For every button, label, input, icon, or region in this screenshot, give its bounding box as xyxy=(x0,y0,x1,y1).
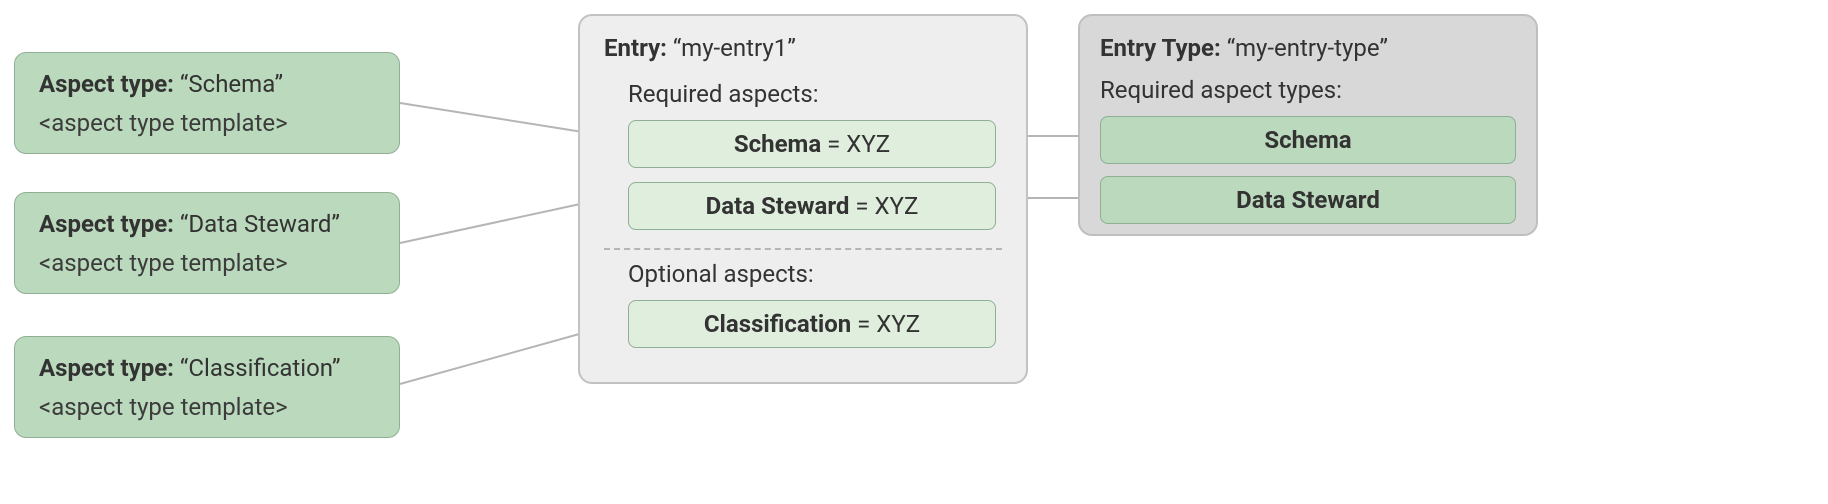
aspect-type-title: Aspect type: “Schema” xyxy=(39,67,375,101)
aspect-type-name: “Data Steward” xyxy=(180,210,340,238)
aspect-type-card-schema: Aspect type: “Schema” <aspect type templ… xyxy=(14,52,400,154)
required-aspect-type-data-steward: Data Steward xyxy=(1100,176,1516,224)
entry-type-title-value: “my-entry-type” xyxy=(1227,34,1388,62)
aspect-type-template: <aspect type template> xyxy=(39,391,375,423)
section-divider xyxy=(604,248,1002,250)
aspect-type-label-prefix: Aspect type: xyxy=(39,354,180,382)
aspect-type-card-data-steward: Aspect type: “Data Steward” <aspect type… xyxy=(14,192,400,294)
entry-type-required-label: Required aspect types: xyxy=(1100,74,1516,106)
entry-type-panel: Entry Type: “my-entry-type” Required asp… xyxy=(1078,14,1538,236)
entry-optional-pills: Classification = XYZ xyxy=(628,300,996,348)
entry-title: Entry: “my-entry1” xyxy=(604,32,1002,64)
aspect-type-label-prefix: Aspect type: xyxy=(39,210,180,238)
entry-type-required-pills: Schema Data Steward xyxy=(1100,116,1516,224)
entry-optional-label: Optional aspects: xyxy=(628,258,1002,290)
aspect-type-name: “Classification” xyxy=(180,354,341,382)
aspect-type-title: Aspect type: “Data Steward” xyxy=(39,207,375,241)
aspect-type-title: Aspect type: “Classification” xyxy=(39,351,375,385)
connector-schema xyxy=(400,103,608,136)
required-aspect-type-data-steward-label: Data Steward xyxy=(1236,186,1380,214)
connector-data-steward xyxy=(400,198,608,243)
optional-aspect-classification: Classification = XYZ xyxy=(628,300,996,348)
aspect-type-name: “Schema” xyxy=(180,70,283,98)
aspect-type-card-classification: Aspect type: “Classification” <aspect ty… xyxy=(14,336,400,438)
entry-title-prefix: Entry: xyxy=(604,34,673,62)
entry-required-label: Required aspects: xyxy=(628,78,1002,110)
required-aspect-type-schema: Schema xyxy=(1100,116,1516,164)
aspect-type-template: <aspect type template> xyxy=(39,247,375,279)
entry-type-title-prefix: Entry Type: xyxy=(1100,34,1227,62)
aspect-type-label-prefix: Aspect type: xyxy=(39,70,180,98)
required-aspect-type-schema-label: Schema xyxy=(1264,126,1351,154)
required-aspect-schema: Schema = XYZ xyxy=(628,120,996,168)
required-aspect-data-steward: Data Steward = XYZ xyxy=(628,182,996,230)
connector-classification xyxy=(400,326,608,384)
entry-title-value: “my-entry1” xyxy=(673,34,796,62)
entry-type-title: Entry Type: “my-entry-type” xyxy=(1100,32,1516,64)
entry-panel: Entry: “my-entry1” Required aspects: Sch… xyxy=(578,14,1028,384)
aspect-type-template: <aspect type template> xyxy=(39,107,375,139)
entry-required-pills: Schema = XYZ Data Steward = XYZ xyxy=(628,120,996,230)
diagram-canvas: Aspect type: “Schema” <aspect type templ… xyxy=(0,0,1828,504)
